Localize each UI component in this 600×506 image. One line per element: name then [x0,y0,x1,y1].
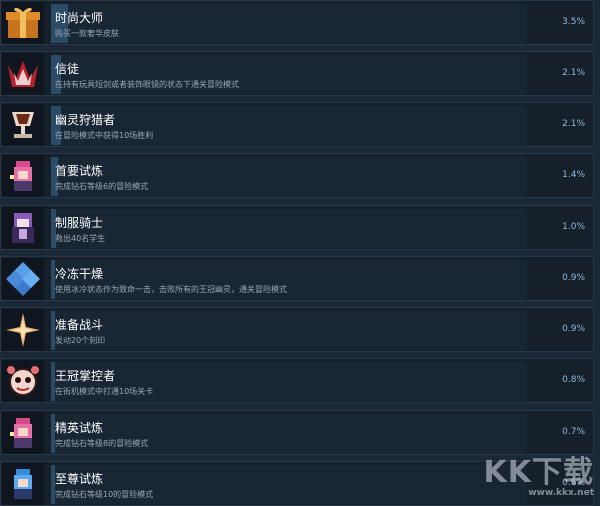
achievement-title: 首要试炼 [55,164,104,178]
achievement-description: 在冒险模式中获得10场胜利 [55,131,154,140]
achievement-title: 时尚大师 [55,11,104,25]
achievement-row[interactable]: 时尚大师 购买一款奢华皮肤 3.5% [0,0,594,45]
unlock-percentage: 1.4% [562,170,585,180]
progress-bar [51,4,527,43]
achievement-description: 在持有玩具短剑或者装饰眼镜的状态下通关冒险模式 [55,80,239,89]
unlock-percentage: 0.9% [562,324,585,334]
achievement-title: 王冠掌控者 [55,369,116,383]
achievement-row[interactable]: 至尊试炼 完成钻石等级10的冒险模式 0.6% [0,461,594,506]
achievement-description: 救出40名学生 [55,234,106,243]
achievement-description: 完成钻石等级6的冒险模式 [55,182,149,191]
ice-crystal-icon [2,258,44,300]
achievement-description: 发动20个刻印 [55,336,106,345]
trophy-cup-icon [2,104,44,146]
achievement-description: 使用冰冷状态作为致命一击，击败所有的王冠幽灵，通关冒险模式 [55,285,287,294]
purple-knight-icon [2,207,44,249]
achievement-title: 精英试炼 [55,421,104,435]
unlock-percentage: 0.9% [562,273,585,283]
achievement-title: 幽灵狩猎者 [55,113,116,127]
unlock-percentage: 0.7% [562,427,585,437]
unlock-percentage: 0.8% [562,375,585,385]
achievement-row[interactable]: 精英试炼 完成钻石等级8的冒险模式 0.7% [0,410,594,455]
achievement-row[interactable]: 准备战斗 发动20个刻印 0.9% [0,307,594,352]
pink-hero-icon [2,155,44,197]
blue-hero-icon [2,463,44,505]
unlock-percentage: 2.1% [562,119,585,129]
achievement-row[interactable]: 王冠掌控者 在街机模式中打通10场关卡 0.8% [0,358,594,403]
achievement-row[interactable]: 信徒 在持有玩具短剑或者装饰眼镜的状态下通关冒险模式 2.1% [0,51,594,96]
achievement-title: 制服骑士 [55,216,104,230]
achievement-description: 购买一款奢华皮肤 [55,29,119,38]
unlock-percentage: 0.6% [562,478,585,488]
unlock-percentage: 2.1% [562,68,585,78]
unlock-percentage: 1.0% [562,222,585,232]
achievement-description: 在街机模式中打通10场关卡 [55,387,154,396]
achievement-title: 信徒 [55,62,80,76]
achievement-row[interactable]: 首要试炼 完成钻石等级6的冒险模式 1.4% [0,153,594,198]
progress-bar [51,311,527,350]
gift-box-icon [2,2,44,44]
achievement-description: 完成钻石等级10的冒险模式 [55,490,154,499]
achievement-description: 完成钻石等级8的冒险模式 [55,439,149,448]
achievement-row[interactable]: 幽灵狩猎者 在冒险模式中获得10场胜利 2.1% [0,102,594,147]
achievement-title: 准备战斗 [55,318,104,332]
unlock-percentage: 3.5% [562,17,585,27]
red-crown-icon [2,53,44,95]
crown-ghost-icon [2,360,44,402]
achievement-row[interactable]: 冷冻干燥 使用冰冷状态作为致命一击，击败所有的王冠幽灵，通关冒险模式 0.9% [0,256,594,301]
achievement-title: 至尊试炼 [55,472,104,486]
achievement-title: 冷冻干燥 [55,267,104,281]
pink-hero-icon [2,412,44,454]
achievement-list: 时尚大师 购买一款奢华皮肤 3.5% 信徒 在持有玩具短剑或者装饰眼镜的状态下通… [0,0,600,506]
achievement-row[interactable]: 制服骑士 救出40名学生 1.0% [0,205,594,250]
gold-star-icon [2,309,44,351]
progress-bar [51,209,527,248]
